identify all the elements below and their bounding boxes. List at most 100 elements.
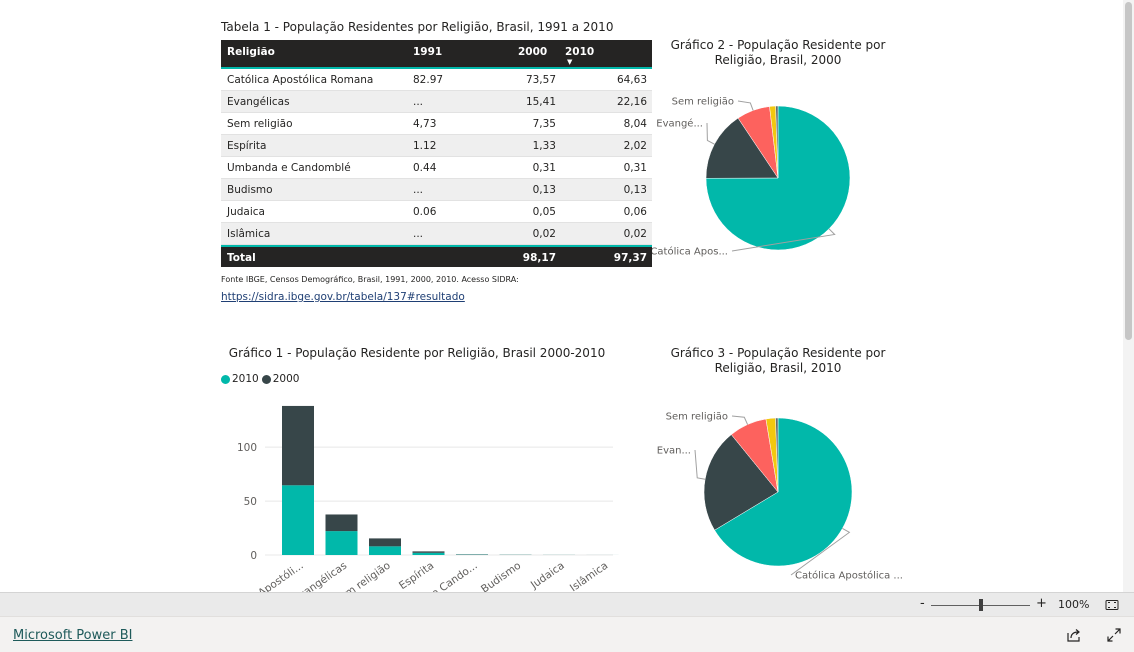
religion-table[interactable]: Religião 1991 2000 2010 ▼ Católica Apost… [221,40,652,267]
report-canvas: Tabela 1 - População Residentes por Reli… [0,0,1134,592]
y-tick-label: 0 [250,550,257,562]
zoom-in-button[interactable]: + [1036,596,1047,611]
table-row[interactable]: Islâmica... 0,02 0,02 [221,223,652,245]
x-tick-label: Judaica [528,560,567,592]
table-cell: 0,31 [623,162,647,174]
bar-2000[interactable] [282,405,314,486]
table-cell: 0,02 [623,228,647,240]
table-cell: 0,31 [532,162,556,174]
pie-slice-label: Católica Apostólica ... [795,570,903,582]
table-row[interactable]: Espírita 1.12 1,33 2,02 [221,135,652,157]
table-cell: 0.06 [413,206,437,218]
pie-leader-line [737,100,754,111]
bar-2010[interactable] [412,552,445,555]
table-cell: 4,73 [413,118,437,130]
scrollbar-thumb[interactable] [1125,2,1132,340]
table-cell: Islâmica [227,228,271,240]
table-cell: 0,05 [532,206,556,218]
table-cell: 0,13 [623,184,647,196]
bar-2010[interactable] [369,546,401,555]
legend-label-2010: 2010 [232,373,259,385]
table-cell: Católica Apostólica Romana [227,74,374,86]
share-icon[interactable] [1066,627,1082,643]
table-row[interactable]: Budismo... 0,13 0,13 [221,179,652,201]
table-total-row: Total 98,17 97,37 [221,245,652,267]
pie-slice-label: Sem religião [672,97,734,108]
y-tick-label: 100 [237,442,257,454]
header-1991[interactable]: 1991 [413,46,442,58]
header-religion[interactable]: Religião [227,46,275,58]
table-cell: Judaica [227,206,265,218]
pie-chart-2000[interactable]: Sem religião Evangé... Católica Apos... [652,80,912,270]
table-cell: 22,16 [616,96,647,108]
legend-label-2000: 2000 [272,373,300,385]
total-label: Total [227,252,256,264]
pie-chart-2010[interactable]: Sem religião Evan... Católica Apostólica .… [652,390,912,592]
table-cell: 64,63 [616,74,647,86]
vertical-scrollbar[interactable] [1123,0,1134,592]
zoom-level: 100% [1058,598,1090,611]
header-2000[interactable]: 2000 [518,46,547,58]
bar-2010[interactable] [325,531,358,555]
zoom-bar: - + 100% [0,592,1134,616]
table-cell: Budismo [227,184,273,196]
table-row[interactable]: Católica Apostólica Romana 82.97 73,57 64,6… [221,69,652,91]
table-cell: 0,06 [623,206,647,218]
bar-chart-legend[interactable]: 2010 2000 [221,373,302,385]
table-title: Tabela 1 - População Residentes por Reli… [221,20,614,34]
bar-2000[interactable] [412,551,445,553]
pie-leader-line [694,449,706,480]
table-cell: 0,13 [532,184,556,196]
table-row[interactable]: Judaica 0.06 0,05 0,06 [221,201,652,223]
pie-slice-label: Sem religião [666,412,728,423]
table-row[interactable]: Umbanda e Candomblé 0.44 0,31 0,31 [221,157,652,179]
table-row[interactable]: Sem religião 4,73 7,35 8,04 [221,113,652,135]
table-source-note: Fonte IBGE, Censos Demográfico, Brasil, … [221,275,519,284]
pie-slice-label: Evangé... [656,118,703,130]
table-cell: ... [413,184,424,196]
pie-2010-title: Gráfico 3 - População Residente por Reli… [670,346,886,375]
table-cell: 0.44 [413,162,437,174]
stacked-bar-chart[interactable]: 050100a Apostóli...EvangélicasSem religi… [221,390,621,592]
legend-dot-2000 [261,374,271,384]
pie-2000-title: Gráfico 2 - População Residente por Reli… [670,38,886,67]
table-cell: ... [413,96,424,108]
pie-slice-label: Evan... [657,446,691,457]
table-cell: 1,33 [532,140,556,152]
bar-2000[interactable] [369,538,401,547]
table-cell: ... [413,228,424,240]
x-tick-label: Islâmica [568,560,610,592]
pie-leader-line [731,415,749,425]
table-cell: 2,02 [623,140,647,152]
table-row[interactable]: Evangélicas... 15,41 22,16 [221,91,652,113]
sidra-source-link[interactable]: https://sidra.ibge.gov.br/tabela/137#res… [221,291,465,303]
table-cell: 7,35 [532,118,556,130]
table-cell: 8,04 [623,118,647,130]
header-2010[interactable]: 2010 [565,46,594,58]
bar-2000[interactable] [325,514,358,532]
table-body: Católica Apostólica Romana 82.97 73,57 64,6… [221,69,652,245]
sort-desc-icon[interactable]: ▼ [567,58,572,66]
table-cell: Sem religião [227,118,293,130]
fullscreen-icon[interactable] [1106,627,1122,643]
power-bi-link[interactable]: Microsoft Power BI [13,628,132,643]
footer-bar: Microsoft Power BI [0,616,1134,652]
fit-to-page-icon[interactable] [1105,598,1119,612]
table-cell: 15,41 [525,96,556,108]
zoom-slider-thumb[interactable] [979,599,983,611]
bar-2010[interactable] [282,485,314,555]
total-2010: 97,37 [613,252,647,264]
table-cell: Evangélicas [227,96,290,108]
x-tick-label: Espírita [397,560,436,592]
zoom-out-button[interactable]: - [920,596,925,611]
x-tick-label: Budismo [479,560,523,592]
table-cell: Espírita [227,140,267,152]
legend-item-2000[interactable]: 2000 [261,373,300,385]
table-cell: 82.97 [413,74,444,86]
y-tick-label: 50 [244,496,257,508]
legend-item-2010[interactable]: 2010 [221,373,259,385]
table-header: Religião 1991 2000 2010 ▼ [221,40,652,69]
table-cell: 1.12 [413,140,437,152]
table-cell: Umbanda e Candomblé [227,162,351,174]
total-2000: 98,17 [522,252,556,264]
